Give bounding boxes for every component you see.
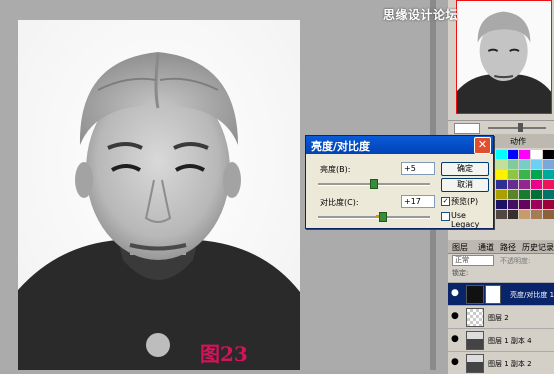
cancel-button[interactable]: 取消 <box>441 178 489 192</box>
navigator-thumbnail[interactable] <box>456 0 552 114</box>
color-swatch[interactable] <box>531 150 543 159</box>
adjustment-thumbnail <box>466 285 484 304</box>
lock-label: 锁定: <box>452 269 469 277</box>
contrast-slider-track[interactable] <box>318 216 430 219</box>
brightness-contrast-dialog: 亮度/对比度 ✕ 亮度(B): +5 对比度(C): +17 确定 取消 ✓ 预… <box>305 135 494 229</box>
portrait-image <box>18 20 300 370</box>
color-swatch[interactable] <box>507 180 519 189</box>
zoom-bar <box>448 120 554 135</box>
zoom-slider-track[interactable] <box>488 127 546 129</box>
color-swatch[interactable] <box>519 180 531 189</box>
layer-thumbnail <box>466 308 484 327</box>
layer-thumbnail <box>466 331 484 350</box>
zoom-slider-thumb[interactable] <box>518 123 523 132</box>
tab-history[interactable]: 历史记录 <box>522 242 554 253</box>
color-swatch[interactable] <box>519 170 531 179</box>
color-swatch[interactable] <box>543 150 554 159</box>
color-swatch[interactable] <box>507 200 519 209</box>
color-swatch[interactable] <box>519 190 531 199</box>
brightness-label: 亮度(B): <box>320 165 351 174</box>
color-swatch[interactable] <box>543 210 554 219</box>
color-swatch[interactable] <box>543 200 554 209</box>
contrast-label: 对比度(C): <box>320 198 359 207</box>
eye-icon[interactable]: ● <box>451 358 460 367</box>
color-swatch[interactable] <box>495 200 507 209</box>
color-swatch[interactable] <box>507 150 519 159</box>
layer-mask-thumbnail[interactable] <box>485 285 501 304</box>
color-swatch[interactable] <box>495 160 507 169</box>
color-swatch[interactable] <box>531 200 543 209</box>
brightness-input[interactable]: +5 <box>401 162 435 175</box>
color-swatch[interactable] <box>531 190 543 199</box>
layers-tabs: 图层 通道 路径 历史记录 <box>448 240 554 254</box>
navigator-panel <box>448 0 554 120</box>
tab-actions[interactable]: 动作 <box>510 136 526 147</box>
layer-name: 图层 1 副本 2 <box>488 360 532 368</box>
layer-row[interactable]: ● 图层 1 副本 4 <box>448 328 554 351</box>
color-swatch[interactable] <box>495 150 507 159</box>
color-swatch[interactable] <box>531 170 543 179</box>
color-swatch[interactable] <box>543 170 554 179</box>
color-swatch[interactable] <box>543 160 554 169</box>
preview-checkbox[interactable]: ✓ <box>441 197 450 206</box>
color-swatch[interactable] <box>531 180 543 189</box>
layer-name: 图层 2 <box>488 314 509 322</box>
close-button[interactable]: ✕ <box>474 137 491 154</box>
blend-mode-select[interactable]: 正常 <box>452 255 494 266</box>
watermark-text: 思缘设计论坛 <box>383 8 459 22</box>
layer-thumbnail <box>466 354 484 373</box>
color-swatch[interactable] <box>543 180 554 189</box>
tab-channels[interactable]: 通道 <box>478 242 494 253</box>
eye-icon[interactable]: ● <box>451 312 460 321</box>
color-swatch[interactable] <box>507 190 519 199</box>
color-swatch[interactable] <box>495 210 507 219</box>
color-swatch[interactable] <box>519 210 531 219</box>
tab-layers[interactable]: 图层 <box>452 242 468 253</box>
dialog-titlebar[interactable]: 亮度/对比度 ✕ <box>306 136 493 154</box>
contrast-input[interactable]: +17 <box>401 195 435 208</box>
close-icon: ✕ <box>477 138 488 151</box>
dialog-title: 亮度/对比度 <box>311 140 371 153</box>
legacy-label: Use Legacy <box>451 211 480 229</box>
eye-icon[interactable]: ● <box>451 335 460 344</box>
ok-button[interactable]: 确定 <box>441 162 489 176</box>
preview-label: 预览(P) <box>451 197 479 206</box>
layer-name: 图层 1 副本 4 <box>488 337 532 345</box>
color-swatch[interactable] <box>507 210 519 219</box>
color-swatch[interactable] <box>495 180 507 189</box>
contrast-slider-thumb[interactable] <box>379 212 387 222</box>
color-swatch[interactable] <box>531 160 543 169</box>
layer-row[interactable]: ● 图层 1 副本 2 <box>448 351 554 374</box>
color-swatch[interactable] <box>495 170 507 179</box>
layers-panel: 图层 通道 路径 历史记录 正常 不透明度: 锁定: ● 亮度/对比度 1 ● … <box>448 240 554 374</box>
color-swatch[interactable] <box>531 210 543 219</box>
color-swatch[interactable] <box>507 160 519 169</box>
navigator-preview <box>457 1 551 113</box>
eye-icon[interactable]: ● <box>451 289 460 298</box>
layer-row[interactable]: ● 图层 2 <box>448 305 554 328</box>
color-swatch[interactable] <box>519 150 531 159</box>
lock-row: 锁定: <box>452 268 552 279</box>
zoom-input[interactable] <box>454 123 480 134</box>
color-swatch[interactable] <box>519 160 531 169</box>
opacity-label: 不透明度: <box>500 257 531 265</box>
color-swatch[interactable] <box>543 190 554 199</box>
figure-caption: 图23 <box>200 342 248 366</box>
blend-row: 正常 不透明度: <box>452 255 552 266</box>
color-swatch[interactable] <box>507 170 519 179</box>
tab-paths[interactable]: 路径 <box>500 242 516 253</box>
color-swatch[interactable] <box>495 190 507 199</box>
portrait-photo <box>18 20 300 370</box>
brightness-slider-thumb[interactable] <box>370 179 378 189</box>
legacy-checkbox[interactable] <box>441 212 450 221</box>
layer-row[interactable]: ● 亮度/对比度 1 <box>448 282 554 305</box>
layer-name: 亮度/对比度 1 <box>510 291 554 299</box>
color-swatch[interactable] <box>519 200 531 209</box>
